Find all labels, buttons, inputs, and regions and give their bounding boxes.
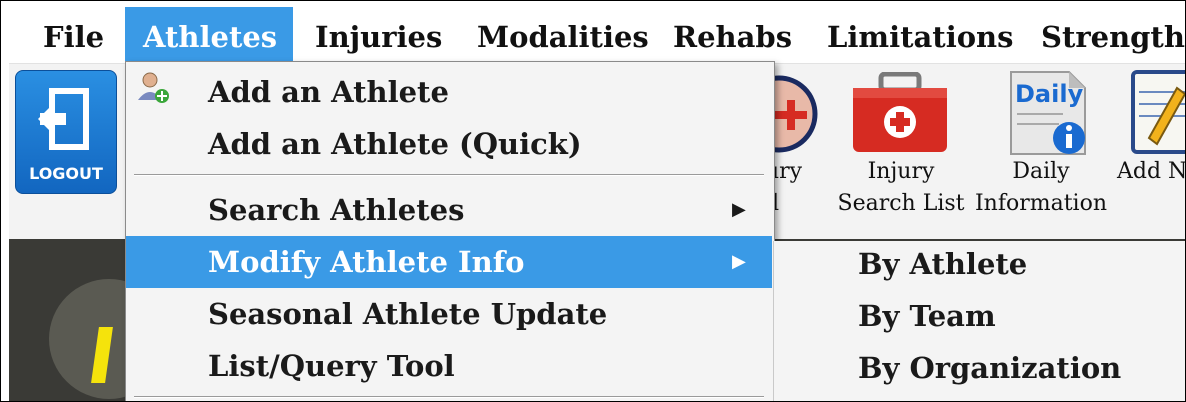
athletes-dropdown-menu: Add an Athlete Add an Athlete (Quick) Se… — [125, 61, 775, 401]
toolbar-injury-search-list-button[interactable]: Injury Search List — [835, 156, 967, 220]
submenu-arrow-icon: ▶ — [732, 251, 746, 272]
first-aid-kit-icon — [853, 72, 947, 152]
menu-separator — [134, 174, 764, 176]
menu-strength[interactable]: Strength — [1023, 7, 1185, 63]
menu-file[interactable]: File — [25, 7, 122, 63]
svg-text:Daily: Daily — [1015, 80, 1084, 108]
toolbar-add-note-button[interactable]: Add N — [1117, 156, 1185, 188]
menu-item-search-athletes[interactable]: Search Athletes ▶ — [126, 184, 772, 236]
menu-rehabs[interactable]: Rehabs — [655, 7, 810, 63]
modify-athlete-info-submenu: By Athlete By Team By Organization — [773, 241, 1185, 401]
menu-item-add-athlete-quick[interactable]: Add an Athlete (Quick) — [126, 118, 772, 170]
menu-separator — [134, 396, 764, 398]
submenu-item-by-athlete[interactable]: By Athlete — [858, 247, 1027, 281]
submenu-arrow-icon: ▶ — [732, 199, 746, 220]
logout-button[interactable]: LOGOUT — [15, 70, 117, 194]
daily-information-icon: Daily — [1010, 71, 1086, 155]
submenu-item-by-team[interactable]: By Team — [858, 299, 996, 333]
menu-injuries[interactable]: Injuries — [297, 7, 460, 63]
menu-item-add-athlete[interactable]: Add an Athlete — [126, 66, 772, 118]
menu-item-list-query-tool[interactable]: List/Query Tool — [126, 340, 772, 392]
logout-icon — [38, 88, 89, 150]
add-injury-icon — [773, 75, 818, 153]
logout-label: LOGOUT — [29, 164, 103, 183]
menu-bar: File Athletes Injuries Modalities Rehabs… — [9, 7, 1185, 63]
menu-limitations[interactable]: Limitations — [809, 7, 1031, 63]
submenu-item-by-organization[interactable]: By Organization — [858, 351, 1121, 385]
add-note-icon — [1131, 70, 1185, 154]
toolbar-daily-information-button[interactable]: Daily Information — [973, 156, 1109, 220]
menu-item-modify-athlete-info[interactable]: Modify Athlete Info ▶ — [126, 236, 772, 288]
app-window: File Athletes Injuries Modalities Rehabs… — [0, 0, 1186, 402]
menu-athletes[interactable]: Athletes — [125, 7, 293, 63]
menu-item-seasonal-athlete-update[interactable]: Seasonal Athlete Update — [126, 288, 772, 340]
menu-modalities[interactable]: Modalities — [459, 7, 667, 63]
